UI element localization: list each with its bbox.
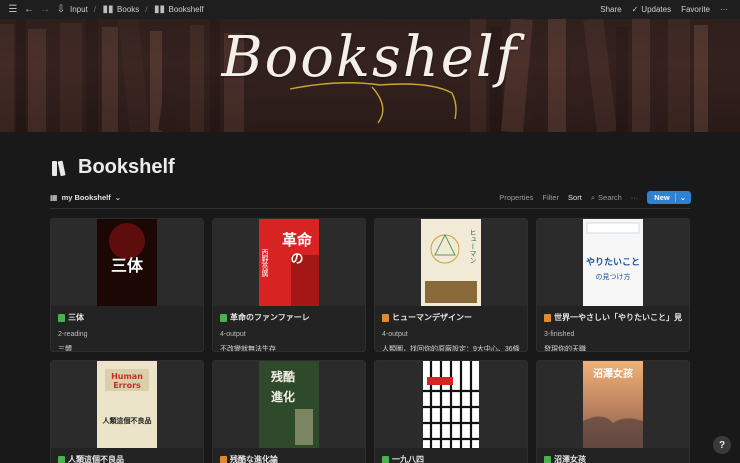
card-title: 残酷な進化論 [230,455,278,463]
book-icon [58,313,65,322]
back-arrow-icon[interactable]: ← [23,4,35,16]
book-cover-image: 三体 [97,219,157,306]
chevron-down-icon[interactable]: ⌄ [674,193,686,202]
database-view-bar: ▦ my Bookshelf ⌄ Properties Filter Sort … [50,189,691,206]
page-header: Bookshelf [50,156,175,179]
svg-text:ヒューマン: ヒューマン [469,229,477,264]
book-icon [220,313,227,322]
svg-text:やりたいこと: やりたいこと [586,257,640,268]
book-cover-image: 残酷 進化 [259,361,319,448]
search-icon: ⌕ [590,192,596,202]
menu-icon[interactable]: ☰ [7,4,19,16]
card-note: 不改變就無法生存 [220,346,276,352]
svg-text:人類這個不良品: 人類這個不良品 [103,416,152,425]
help-button[interactable]: ? [713,436,731,454]
banner-title: Bookshelf [221,25,519,90]
card-status: 4-output [382,331,408,338]
card-title: 世界一やさしい「やりたいこと」見つ… [554,313,682,322]
gallery-card[interactable]: 沼澤女孩 沼澤女孩 [536,360,690,463]
book-cover-image: Human Errors 人類這個不良品 [97,361,157,448]
book-cover-image: 革命の 西野亮廣 [259,219,319,306]
page-title[interactable]: Bookshelf [78,156,175,179]
books-icon: ▮▮ [153,4,165,15]
book-icon [382,313,389,322]
books-icon[interactable] [50,158,70,178]
svg-text:の見つけ方: の見つけ方 [596,272,631,281]
updates-button[interactable]: ✓ Updates [632,5,672,14]
gallery-card[interactable]: ヒューマン ヒューマンデザインー 4-output 人類圖，找回你的原廠設定：9… [374,218,528,352]
card-status: 2-reading [58,331,88,338]
new-button[interactable]: New ⌄ [647,191,691,204]
gallery-view-icon: ▦ [50,193,58,202]
search-button[interactable]: ⌕ Search [591,193,622,203]
breadcrumb-bookshelf[interactable]: ▮▮ Bookshelf [154,4,204,16]
book-cover-image: やりたいこと の見つけ方 [583,219,643,306]
book-icon [58,455,65,463]
forward-arrow-icon[interactable]: → [39,4,51,16]
sort-button[interactable]: Sort [568,193,582,202]
divider [50,208,691,209]
cover-banner: Bookshelf [0,19,740,132]
book-icon [544,313,551,322]
properties-button[interactable]: Properties [499,193,533,202]
svg-text:三体: 三体 [111,256,144,275]
more-options-icon[interactable]: ··· [631,193,639,202]
gallery-card[interactable]: 残酷進化 残酷な進化論 [212,360,366,463]
filter-button[interactable]: Filter [542,193,559,202]
card-title: ヒューマンデザインー [392,313,472,322]
gallery-card[interactable]: やりたいことの見つけ方 世界一やさしい「やりたいこと」見つ… 3-finishe… [536,218,690,352]
book-icon [220,455,227,463]
card-status: 4-output [220,331,246,338]
svg-text:革命: 革命 [282,231,313,249]
book-cover-image: 沼澤女孩 [583,361,643,448]
card-title: 一九八四 [392,455,424,463]
card-note: 人類圖，找回你的原廠設定：9大中心、36條通道… [382,346,520,352]
svg-text:の: の [290,252,303,267]
chevron-down-icon: ⌄ [114,193,122,202]
book-icon [544,455,551,463]
card-note: 三體 [58,346,72,352]
breadcrumb-input[interactable]: ⇩ Input [55,4,88,16]
share-button[interactable]: Share [600,5,621,14]
card-note: 發現你的天職 [544,346,586,352]
gallery-card[interactable]: 革命の 西野亮廣 革命のファンファーレ 4-output 不改變就無法生存 [212,218,366,352]
breadcrumb-separator: / [93,5,97,14]
breadcrumb-books[interactable]: ▮▮ Books [102,4,140,16]
svg-text:西野亮廣: 西野亮廣 [261,249,269,278]
card-title: 人類這個不良品 [68,455,124,463]
top-bar: ☰ ← → ⇩ Input / ▮▮ Books / ▮▮ Bookshelf … [0,0,740,19]
more-options-icon[interactable]: ··· [720,5,728,14]
favorite-button[interactable]: Favorite [681,5,710,14]
card-title: 沼澤女孩 [554,455,586,463]
gallery-card[interactable]: 一九八四 [374,360,528,463]
svg-text:沼澤女孩: 沼澤女孩 [593,367,633,380]
book-cover-image [423,361,479,448]
card-status: 3-finished [544,331,575,338]
books-icon: ▮▮ [102,4,114,15]
svg-text:Human: Human [111,372,143,381]
card-title: 三体 [68,313,84,322]
breadcrumb-separator: / [145,5,148,14]
check-icon: ✓ [631,5,639,14]
view-selector[interactable]: ▦ my Bookshelf ⌄ [50,193,121,202]
card-title: 革命のファンファーレ [230,313,310,322]
inbox-icon: ⇩ [56,4,66,15]
svg-text:Errors: Errors [113,381,141,390]
gallery-card[interactable]: Human Errors 人類這個不良品 人類這個不良品 [50,360,204,463]
book-cover-image: ヒューマン [421,219,481,306]
svg-text:残酷: 残酷 [271,369,295,384]
book-icon [382,455,389,463]
svg-text:進化: 進化 [271,389,295,404]
gallery-card[interactable]: 三体 三体 2-reading 三體 [50,218,204,352]
